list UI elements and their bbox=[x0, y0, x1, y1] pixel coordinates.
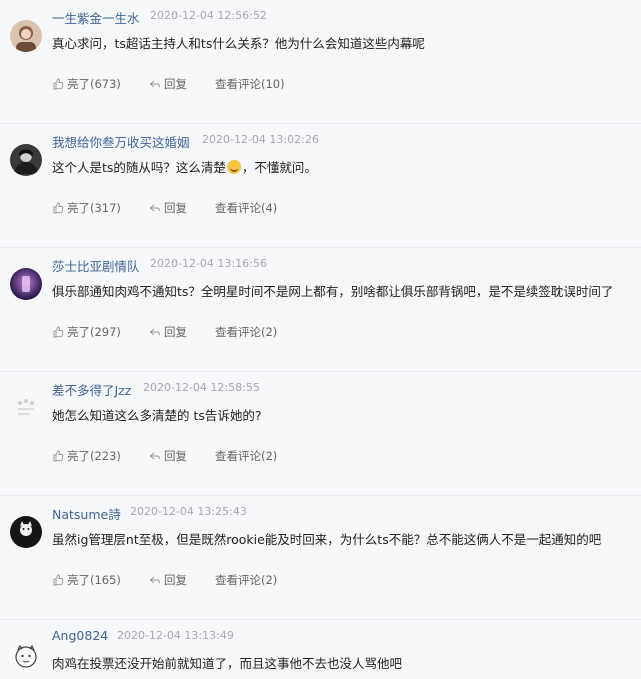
reply-label: 回复 bbox=[164, 77, 187, 91]
comment-text: 虽然ig管理层nt至极，但是既然rookie能及时回来，为什么ts不能？总不能这… bbox=[52, 532, 602, 547]
comment-text: 真心求问，ts超话主持人和ts什么关系？他为什么会知道这些内幕呢 bbox=[52, 36, 425, 51]
view-comments-link[interactable]: 查看评论(4) bbox=[215, 200, 277, 216]
like-count: 亮了(673) bbox=[67, 77, 121, 91]
like-button[interactable]: 亮了(223) bbox=[52, 448, 121, 464]
timestamp: 2020-12-04 13:16:56 bbox=[150, 257, 267, 270]
username[interactable]: 我想给你叁万收买这婚姻 bbox=[52, 132, 190, 151]
avatar[interactable] bbox=[10, 516, 42, 548]
thumb-up-icon bbox=[53, 202, 64, 214]
username[interactable]: Natsume詩 bbox=[52, 504, 121, 523]
comment-list: 一生紫金一生水 2020-12-04 12:56:52 真心求问，ts超话主持人… bbox=[0, 0, 641, 679]
like-button[interactable]: 亮了(673) bbox=[52, 76, 121, 92]
avatar[interactable] bbox=[10, 268, 42, 300]
view-comments-link[interactable]: 查看评论(2) bbox=[215, 572, 277, 588]
like-count: 亮了(317) bbox=[67, 201, 121, 215]
reply-icon bbox=[149, 80, 161, 88]
comment-item: Ang0824 2020-12-04 13:13:49 肉鸡在投票还没开始前就知… bbox=[0, 620, 641, 679]
thumb-up-icon bbox=[53, 78, 64, 90]
comment-item: 我想给你叁万收买这婚姻 2020-12-04 13:02:26 这个人是ts的随… bbox=[0, 124, 641, 248]
comment-item: Natsume詩 2020-12-04 13:25:43 虽然ig管理层nt至极… bbox=[0, 496, 641, 620]
timestamp: 2020-12-04 13:02:26 bbox=[202, 133, 319, 146]
username[interactable]: 莎士比亚剧情队 bbox=[52, 256, 140, 275]
like-button[interactable]: 亮了(317) bbox=[52, 200, 121, 216]
comment-text: 她怎么知道这么多清楚的 ts告诉她的? bbox=[52, 408, 262, 423]
avatar[interactable] bbox=[10, 392, 42, 424]
timestamp: 2020-12-04 12:58:55 bbox=[143, 381, 260, 394]
comment-item: 一生紫金一生水 2020-12-04 12:56:52 真心求问，ts超话主持人… bbox=[0, 0, 641, 124]
comment-text-part: ，不懂就问。 bbox=[241, 160, 317, 175]
reply-button[interactable]: 回复 bbox=[149, 324, 187, 340]
like-count: 亮了(297) bbox=[67, 325, 121, 339]
reply-label: 回复 bbox=[164, 201, 187, 215]
like-count: 亮了(223) bbox=[67, 449, 121, 463]
reply-label: 回复 bbox=[164, 573, 187, 587]
comment-text: 这个人是ts的随从吗？这么清楚 ，不懂就问。 bbox=[52, 157, 317, 176]
avatar[interactable] bbox=[10, 144, 42, 176]
comment-item: 莎士比亚剧情队 2020-12-04 13:16:56 俱乐部通知肉鸡不通知ts… bbox=[0, 248, 641, 372]
reply-icon bbox=[149, 328, 161, 336]
like-button[interactable]: 亮了(165) bbox=[52, 572, 121, 588]
reply-button[interactable]: 回复 bbox=[149, 200, 187, 216]
username[interactable]: 一生紫金一生水 bbox=[52, 8, 140, 27]
view-comments-link[interactable]: 查看评论(2) bbox=[215, 324, 277, 340]
laughing-emoji-icon bbox=[226, 160, 241, 174]
reply-icon bbox=[149, 576, 161, 584]
timestamp: 2020-12-04 12:56:52 bbox=[150, 9, 267, 22]
avatar[interactable] bbox=[10, 640, 42, 672]
avatar[interactable] bbox=[10, 20, 42, 52]
like-count: 亮了(165) bbox=[67, 573, 121, 587]
reply-icon bbox=[149, 452, 161, 460]
like-button[interactable]: 亮了(297) bbox=[52, 324, 121, 340]
reply-button[interactable]: 回复 bbox=[149, 76, 187, 92]
reply-label: 回复 bbox=[164, 449, 187, 463]
reply-icon bbox=[149, 204, 161, 212]
thumb-up-icon bbox=[53, 574, 64, 586]
username[interactable]: Ang0824 bbox=[52, 628, 108, 643]
timestamp: 2020-12-04 13:13:49 bbox=[117, 629, 234, 642]
username[interactable]: 差不多得了Jzz bbox=[52, 380, 131, 399]
comment-text: 俱乐部通知肉鸡不通知ts？全明星时间不是网上都有，别啥都让俱乐部背锅吧，是不是续… bbox=[52, 284, 614, 299]
comment-text: 肉鸡在投票还没开始前就知道了，而且这事他不去也没人骂他吧 bbox=[52, 656, 403, 671]
view-comments-link[interactable]: 查看评论(2) bbox=[215, 448, 277, 464]
view-comments-link[interactable]: 查看评论(10) bbox=[215, 76, 285, 92]
reply-button[interactable]: 回复 bbox=[149, 448, 187, 464]
thumb-up-icon bbox=[53, 450, 64, 462]
timestamp: 2020-12-04 13:25:43 bbox=[130, 505, 247, 518]
reply-button[interactable]: 回复 bbox=[149, 572, 187, 588]
comment-text-part: 这个人是ts的随从吗？这么清楚 bbox=[52, 160, 226, 175]
comment-item: 差不多得了Jzz 2020-12-04 12:58:55 她怎么知道这么多清楚的… bbox=[0, 372, 641, 496]
thumb-up-icon bbox=[53, 326, 64, 338]
reply-label: 回复 bbox=[164, 325, 187, 339]
